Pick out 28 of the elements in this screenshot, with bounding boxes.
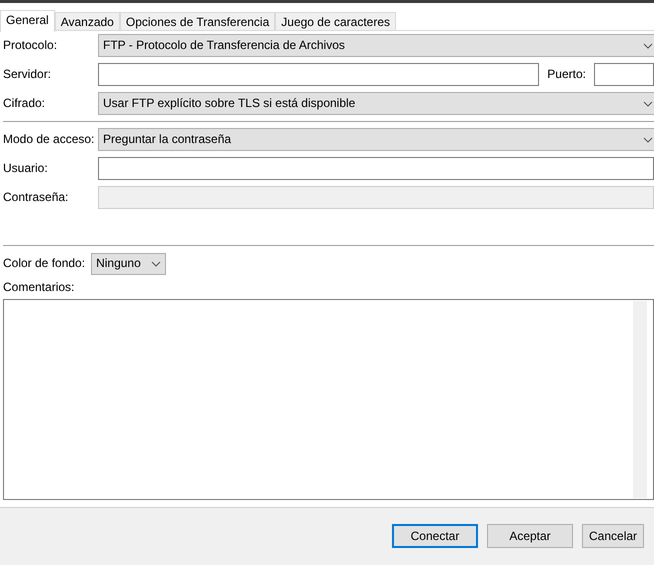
input-field[interactable] [98, 157, 654, 180]
field-label: Contraseña: [3, 190, 70, 205]
caret-icon [643, 42, 653, 48]
caret-icon [151, 260, 162, 266]
field-label: Servidor: [3, 67, 52, 82]
connect-button[interactable]: Conectar [392, 524, 478, 548]
tab[interactable]: Opciones de Transferencia [120, 12, 276, 30]
dialog-button[interactable]: Aceptar [487, 524, 573, 548]
field-label: Comentarios: [3, 280, 76, 294]
input-field[interactable] [594, 63, 654, 86]
tab[interactable]: Juego de caracteres [275, 12, 396, 30]
dropdown[interactable]: Ninguno [91, 252, 166, 274]
dropdown[interactable]: FTP - Protocolo de Transferencia de Archivos [98, 34, 654, 57]
field-label: Puerto: [546, 67, 587, 82]
field-label: Modo de acceso: [3, 132, 96, 147]
field-label: Protocolo: [3, 38, 58, 53]
field-label: Color de fondo: [3, 256, 86, 271]
input-field[interactable] [98, 63, 540, 86]
scrollbar[interactable] [633, 301, 647, 498]
caret-icon [643, 136, 653, 142]
dropdown[interactable]: Usar FTP explícito sobre TLS si está disponible [98, 92, 654, 115]
field-label: Usuario: [3, 161, 49, 176]
dropdown[interactable]: Preguntar la contraseña [98, 128, 654, 151]
dialog-button[interactable]: Cancelar [582, 524, 644, 548]
tab[interactable]: General [0, 10, 55, 32]
field-label: Cifrado: [3, 96, 46, 111]
caret-icon [643, 100, 653, 106]
tab[interactable]: Avanzado [54, 12, 120, 30]
